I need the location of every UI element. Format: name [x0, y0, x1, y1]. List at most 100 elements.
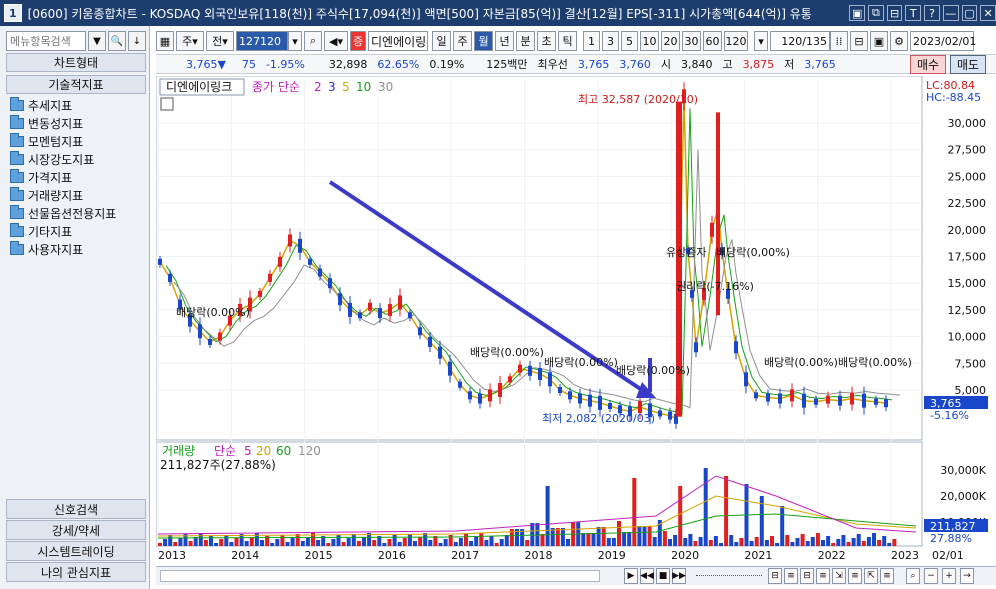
- week-select[interactable]: 주 ▾: [176, 31, 204, 51]
- tree-item-price[interactable]: 가격지표: [10, 168, 150, 186]
- duplicate-icon[interactable]: ⧉: [868, 5, 884, 21]
- chart-canvas[interactable]: 디엔에이링크 종가 단순 2 3 5 10 30 30,000 27,500 25,…: [155, 75, 996, 566]
- technical-indicator-header[interactable]: 기술적지표: [6, 75, 146, 94]
- prev-select[interactable]: 전 ▾: [206, 31, 234, 51]
- scroll-track[interactable]: [160, 570, 600, 582]
- chart-area[interactable]: 디엔에이링크 종가 단순 2 3 5 10 30 30,000 27,500 25,…: [155, 75, 996, 566]
- interval-1[interactable]: 1: [583, 31, 600, 51]
- tree-item-user[interactable]: 사용자지표: [10, 240, 150, 258]
- fast-forward-icon[interactable]: ▶▶: [672, 568, 686, 584]
- minus-icon[interactable]: ⊟: [850, 31, 868, 51]
- tree-item-futures[interactable]: 선물옵션전용지표: [10, 204, 150, 222]
- interval-20[interactable]: 20: [661, 31, 680, 51]
- volume-bar: [402, 538, 407, 546]
- volume-bar: [316, 540, 321, 546]
- period-second[interactable]: 초: [537, 31, 556, 51]
- menu-search-input[interactable]: [6, 31, 86, 51]
- period-day[interactable]: 일: [432, 31, 451, 51]
- period-year[interactable]: 년: [495, 31, 514, 51]
- download-button[interactable]: ↓: [128, 31, 146, 51]
- close-button[interactable]: ✕: [980, 5, 996, 21]
- expand-icon[interactable]: ⇱: [864, 568, 878, 584]
- zoom-out-icon[interactable]: −: [924, 568, 938, 584]
- candle-body: [874, 398, 878, 405]
- volume-bar: [882, 536, 887, 546]
- grid-icon[interactable]: ▦: [156, 31, 174, 51]
- high-price: 3,875: [742, 57, 775, 71]
- period-week[interactable]: 주: [453, 31, 472, 51]
- interval-3[interactable]: 3: [602, 31, 619, 51]
- bull-bear-button[interactable]: 강세/약세: [6, 520, 146, 540]
- rewind-icon[interactable]: ◀◀: [640, 568, 654, 584]
- sell-button[interactable]: 매도: [950, 55, 986, 74]
- interval-60[interactable]: 60: [703, 31, 722, 51]
- split-icon[interactable]: ⊟: [768, 568, 782, 584]
- play-icon[interactable]: ▶: [624, 568, 638, 584]
- signal-search-button[interactable]: 신호검색: [6, 499, 146, 519]
- candle-body: [668, 411, 672, 420]
- dots-icon[interactable]: ⁞⁞: [830, 31, 848, 51]
- lines-icon-2[interactable]: ≡: [816, 568, 830, 584]
- candle-body: [568, 391, 572, 400]
- font-icon[interactable]: T: [905, 5, 922, 21]
- split-icon-2[interactable]: ⊟: [800, 568, 814, 584]
- zoom-in-icon[interactable]: +: [942, 568, 956, 584]
- interval-30[interactable]: 30: [682, 31, 701, 51]
- period-tick[interactable]: 틱: [558, 31, 577, 51]
- code-dropdown-icon[interactable]: ▾: [288, 31, 302, 51]
- speed-slider[interactable]: [696, 575, 762, 576]
- speaker-icon[interactable]: ◀▾: [324, 31, 348, 51]
- arrow-icon[interactable]: →: [960, 568, 974, 584]
- dropdown-icon[interactable]: ▼: [88, 31, 106, 51]
- data-count[interactable]: 120/135: [770, 31, 830, 51]
- table-toggle-icon[interactable]: [160, 97, 174, 111]
- tree-item-volatility[interactable]: 변동성지표: [10, 114, 150, 132]
- stock-code-input[interactable]: [236, 31, 288, 51]
- lines-icon-3[interactable]: ≡: [848, 568, 862, 584]
- search-button[interactable]: 🔍: [108, 31, 126, 51]
- maximize-button[interactable]: ▢: [961, 5, 978, 21]
- candle-body: [790, 389, 794, 402]
- settings-icon[interactable]: ⚙: [890, 31, 908, 51]
- help-icon[interactable]: ?: [924, 5, 940, 21]
- search-icon[interactable]: ⌕: [304, 31, 322, 51]
- tree-item-momentum[interactable]: 모멘텀지표: [10, 132, 150, 150]
- volume-bar: [356, 541, 361, 546]
- stop-icon[interactable]: ■: [656, 568, 670, 584]
- count-dropdown-icon[interactable]: ▾: [754, 31, 768, 51]
- volume-bar: [346, 538, 351, 546]
- tree-item-market-strength[interactable]: 시장강도지표: [10, 150, 150, 168]
- trade-amount: 125백만: [486, 58, 528, 71]
- volume-bar: [627, 532, 632, 546]
- layout-icon[interactable]: ⊟: [886, 5, 903, 21]
- link-icon[interactable]: ▣: [849, 5, 866, 21]
- period-month[interactable]: 월: [474, 31, 493, 51]
- save-icon[interactable]: ▣: [870, 31, 888, 51]
- tree-item-volume[interactable]: 거래량지표: [10, 186, 150, 204]
- my-indicators-button[interactable]: 나의 관심지표: [6, 562, 146, 582]
- interval-5[interactable]: 5: [621, 31, 638, 51]
- zoom-icon[interactable]: ⌕: [906, 568, 920, 584]
- interval-10[interactable]: 10: [640, 31, 659, 51]
- volume-bar: [800, 534, 805, 546]
- candle-body: [802, 393, 806, 408]
- minimize-button[interactable]: —: [942, 5, 959, 21]
- chart-toolbar: ▦ 주▾ 전▾ ▾ ⌕ ◀▾ 증 디엔에이링 일 주 월 년 분 초 틱 1 3…: [156, 30, 996, 52]
- volume-bar: [668, 539, 672, 546]
- volume-bar: [550, 528, 555, 546]
- chart-type-header[interactable]: 차트형태: [6, 53, 146, 72]
- date-field[interactable]: 2023/02/01: [910, 31, 976, 51]
- volume-bar: [331, 539, 336, 546]
- system-trading-button[interactable]: 시스템트레이딩: [6, 541, 146, 561]
- volume-bar: [484, 540, 489, 546]
- candle-body: [388, 303, 392, 316]
- interval-120[interactable]: 120: [724, 31, 748, 51]
- tree-item-trend[interactable]: 추세지표: [10, 96, 150, 114]
- period-minute[interactable]: 분: [516, 31, 535, 51]
- buy-button[interactable]: 매수: [910, 55, 946, 74]
- lines-icon[interactable]: ≡: [784, 568, 798, 584]
- tree-item-other[interactable]: 기타지표: [10, 222, 150, 240]
- compress-icon[interactable]: ⇲: [832, 568, 846, 584]
- candle-body: [448, 361, 452, 376]
- lines-icon-4[interactable]: ≡: [880, 568, 894, 584]
